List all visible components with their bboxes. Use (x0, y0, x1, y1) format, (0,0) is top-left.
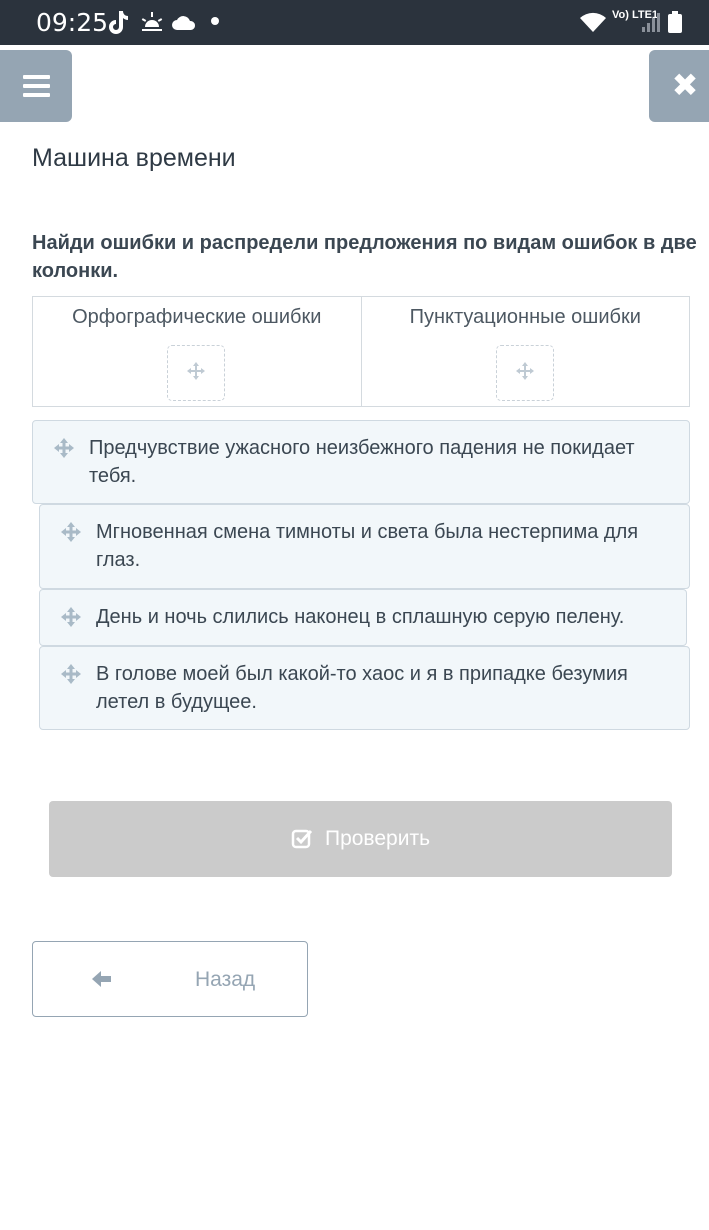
sentence-text: День и ночь слились наконец в сплашную с… (96, 606, 625, 628)
drag-handle-icon[interactable] (53, 437, 75, 464)
draggable-sentence[interactable]: Мгновенная смена тимноты и света была не… (39, 504, 690, 589)
notification-dot-icon (211, 17, 219, 25)
sorting-columns: Орфографические ошибки Пунктуационные ош… (32, 296, 690, 407)
wifi-icon (578, 8, 608, 36)
column-header: Орфографические ошибки (72, 306, 322, 328)
task-instruction: Найди ошибки и распредели предложения по… (32, 232, 697, 282)
drag-handle-icon[interactable] (60, 606, 82, 633)
menu-button[interactable] (0, 50, 72, 122)
sentence-text: Мгновенная смена тимноты и света была не… (96, 521, 639, 571)
check-button[interactable]: Проверить (49, 801, 672, 877)
status-bar: 09:25 Vo) LTE1 (0, 0, 709, 45)
check-button-label: Проверить (324, 827, 431, 850)
sentence-text: В голове моей был какой-то хаос и я в пр… (96, 663, 628, 713)
drop-zone-spelling[interactable] (167, 345, 225, 401)
page-title: Машина времени (32, 144, 236, 172)
move-target-icon (186, 361, 206, 386)
back-button[interactable]: Назад (32, 941, 308, 1017)
cloud-icon (171, 8, 197, 36)
drag-handle-icon[interactable] (60, 663, 82, 690)
arrow-left-icon (91, 968, 113, 995)
status-time: 09:25 (36, 8, 109, 37)
battery-icon (667, 8, 683, 36)
weather-sunrise-icon (139, 8, 165, 36)
back-button-label: Назад (195, 968, 256, 991)
column-punctuation: Пунктуационные ошибки (360, 297, 690, 406)
move-target-icon (515, 361, 535, 386)
tiktok-icon (107, 8, 131, 36)
drop-zone-punctuation[interactable] (495, 345, 554, 401)
column-header: Пунктуационные ошибки (409, 306, 641, 328)
draggable-sentence[interactable]: Предчувствие ужасного неизбежного падени… (32, 420, 690, 504)
draggable-sentence[interactable]: День и ночь слились наконец в сплашную с… (39, 589, 687, 646)
close-button[interactable]: ✖ (649, 50, 709, 122)
close-icon: ✖ (671, 67, 699, 103)
checkbox-check-icon (291, 828, 313, 850)
sentence-text: Предчувствие ужасного неизбежного падени… (89, 437, 635, 487)
drag-handle-icon[interactable] (60, 521, 82, 548)
signal-icon (641, 8, 661, 36)
draggable-sentence[interactable]: В голове моей был какой-то хаос и я в пр… (39, 646, 690, 730)
column-spelling: Орфографические ошибки (33, 297, 361, 406)
